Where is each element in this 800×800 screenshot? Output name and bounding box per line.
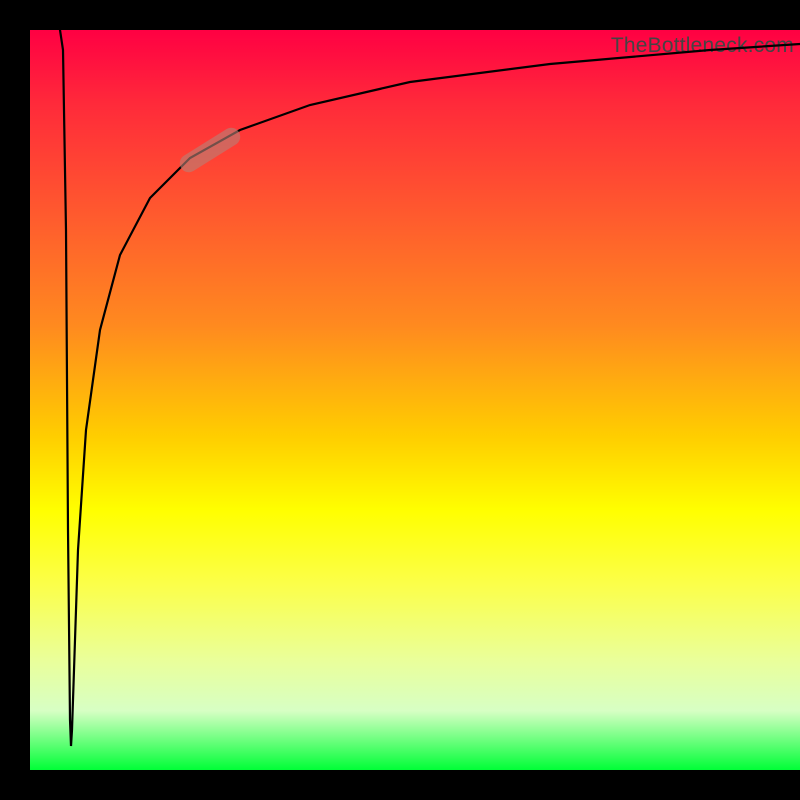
bottleneck-curve <box>30 30 800 770</box>
plot-area: TheBottleneck.com <box>30 30 800 770</box>
watermark-text: TheBottleneck.com <box>611 34 794 58</box>
chart-frame: TheBottleneck.com <box>0 0 800 800</box>
highlight-pill <box>176 124 243 175</box>
